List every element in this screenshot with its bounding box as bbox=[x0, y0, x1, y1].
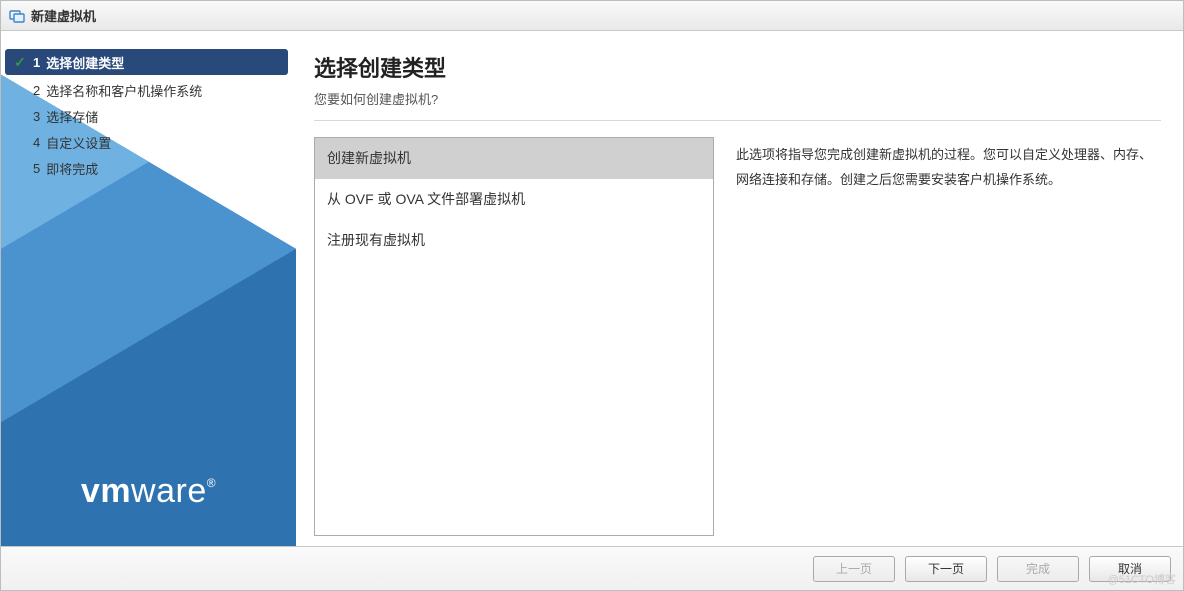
step-4[interactable]: 4 自定义设置 bbox=[1, 129, 296, 155]
step-label: 选择创建类型 bbox=[46, 53, 124, 72]
option-create-new-vm[interactable]: 创建新虚拟机 bbox=[315, 138, 713, 179]
check-icon: ✓ bbox=[13, 54, 27, 71]
finish-button[interactable]: 完成 bbox=[997, 556, 1079, 582]
next-button[interactable]: 下一页 bbox=[905, 556, 987, 582]
step-label: 即将完成 bbox=[46, 159, 98, 178]
vm-icon bbox=[9, 8, 25, 24]
wizard-steps: ✓ 1 选择创建类型 2 选择名称和客户机操作系统 3 选择存储 4 bbox=[1, 31, 296, 181]
step-num: 4 bbox=[33, 135, 40, 150]
prev-button[interactable]: 上一页 bbox=[813, 556, 895, 582]
step-label: 选择存储 bbox=[46, 107, 98, 126]
step-5[interactable]: 5 即将完成 bbox=[1, 155, 296, 181]
step-num: 3 bbox=[33, 109, 40, 124]
step-num: 1 bbox=[33, 55, 40, 70]
divider bbox=[314, 120, 1161, 121]
step-label: 选择名称和客户机操作系统 bbox=[46, 81, 202, 100]
window-title: 新建虚拟机 bbox=[31, 6, 96, 25]
vmware-logo: vmware® bbox=[81, 472, 216, 511]
option-deploy-ovf[interactable]: 从 OVF 或 OVA 文件部署虚拟机 bbox=[315, 179, 713, 220]
watermark: @51CTO博客 bbox=[1108, 571, 1176, 587]
option-description: 此选项将指导您完成创建新虚拟机的过程。您可以自定义处理器、内存、网络连接和存储。… bbox=[736, 137, 1161, 536]
step-num: 5 bbox=[33, 161, 40, 176]
dialog-window: 新建虚拟机 ✓ 1 选择创建类型 2 选择名称和客户机操作系统 bbox=[0, 0, 1184, 591]
main-panel: 选择创建类型 您要如何创建虚拟机? 创建新虚拟机 从 OVF 或 OVA 文件部… bbox=[296, 31, 1183, 546]
step-1[interactable]: ✓ 1 选择创建类型 bbox=[5, 49, 288, 75]
footer: 上一页 下一页 完成 取消 bbox=[1, 546, 1183, 590]
main-content: 创建新虚拟机 从 OVF 或 OVA 文件部署虚拟机 注册现有虚拟机 此选项将指… bbox=[314, 137, 1161, 536]
body: ✓ 1 选择创建类型 2 选择名称和客户机操作系统 3 选择存储 4 bbox=[1, 31, 1183, 546]
step-3[interactable]: 3 选择存储 bbox=[1, 103, 296, 129]
wizard-sidebar: ✓ 1 选择创建类型 2 选择名称和客户机操作系统 3 选择存储 4 bbox=[1, 31, 296, 546]
step-label: 自定义设置 bbox=[46, 133, 111, 152]
titlebar[interactable]: 新建虚拟机 bbox=[1, 1, 1183, 31]
step-num: 2 bbox=[33, 83, 40, 98]
option-register-existing[interactable]: 注册现有虚拟机 bbox=[315, 220, 713, 261]
step-2[interactable]: 2 选择名称和客户机操作系统 bbox=[1, 77, 296, 103]
page-subtitle: 您要如何创建虚拟机? bbox=[314, 89, 1161, 108]
creation-type-list: 创建新虚拟机 从 OVF 或 OVA 文件部署虚拟机 注册现有虚拟机 bbox=[314, 137, 714, 536]
page-title: 选择创建类型 bbox=[314, 51, 1161, 83]
